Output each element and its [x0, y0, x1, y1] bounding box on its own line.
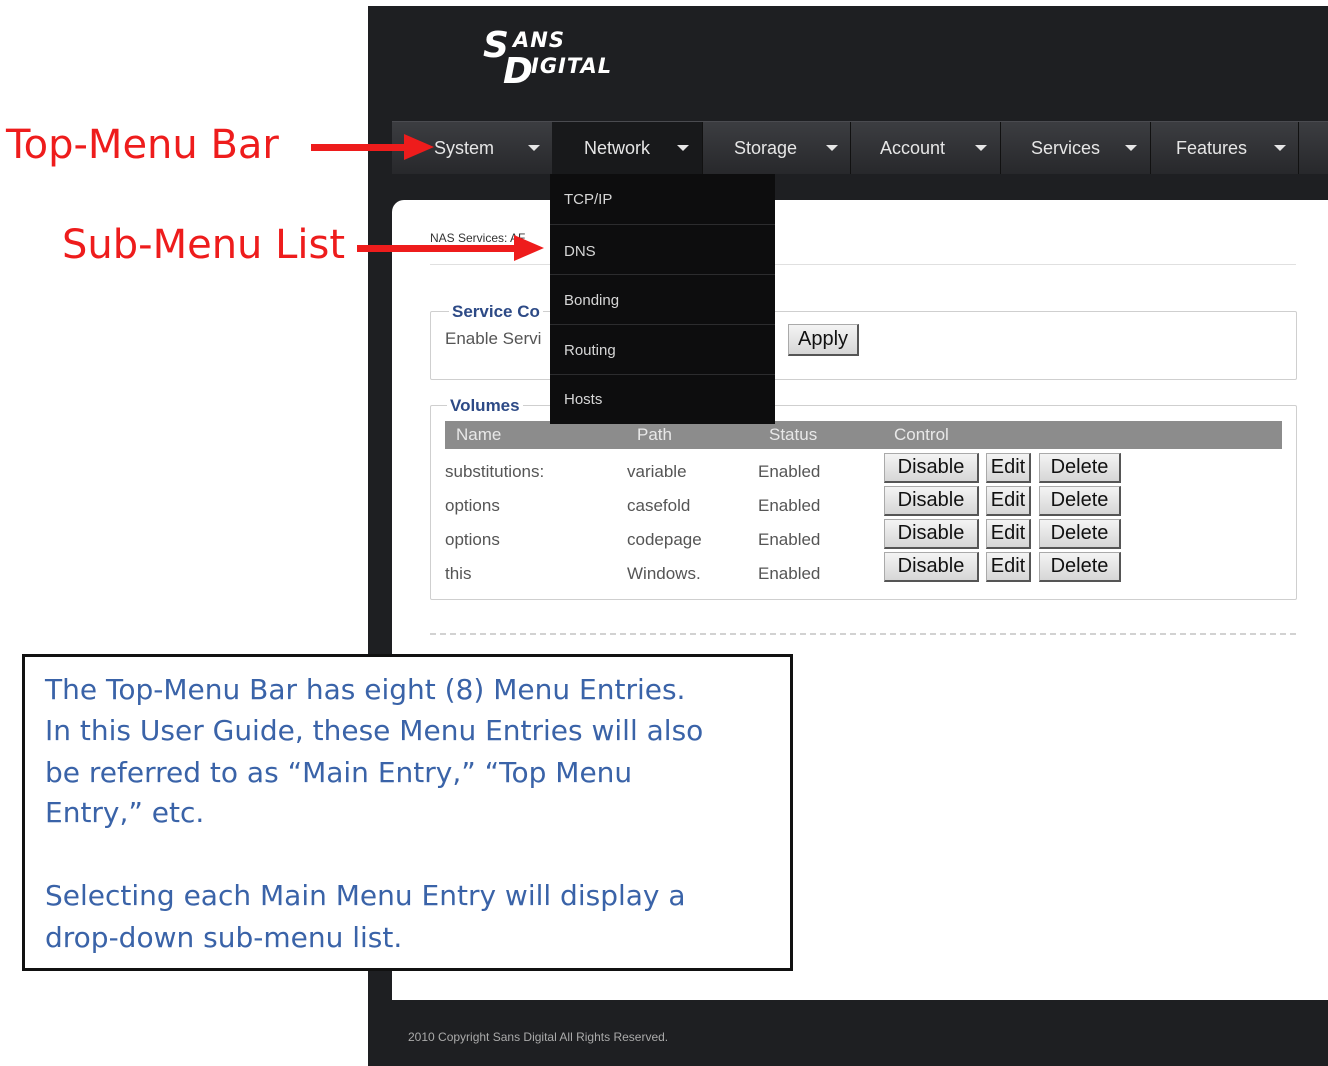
volume-name: substitutions: — [445, 462, 545, 481]
menu-label: Storage — [734, 137, 798, 158]
volume-status: Enabled — [758, 564, 821, 583]
callout-line: Entry,” etc. — [45, 796, 205, 829]
dashed-divider — [430, 633, 1296, 635]
chevron-down-icon — [528, 145, 540, 151]
submenu-label: Routing — [564, 342, 616, 359]
submenu-item-routing[interactable]: Routing — [550, 324, 775, 375]
top-menu-bar: System Network Storage Account Services … — [392, 121, 1328, 174]
footer-copyright: 2010 Copyright Sans Digital All Rights R… — [408, 1030, 669, 1044]
sans-digital-logo: S ANS D IGITAL — [483, 28, 623, 90]
submenu-label: TCP/IP — [564, 191, 613, 208]
logo-text-igital: IGITAL — [531, 54, 613, 78]
volume-name: options — [445, 496, 500, 515]
disable-button[interactable]: Disable — [884, 552, 979, 582]
volume-path: casefold — [627, 496, 691, 515]
menu-features[interactable]: Features — [1150, 122, 1299, 174]
chevron-down-icon — [677, 145, 689, 151]
disable-button[interactable]: Disable — [884, 519, 979, 549]
submenu-label: Bonding — [564, 292, 620, 309]
menu-storage[interactable]: Storage — [702, 122, 851, 174]
delete-button[interactable]: Delete — [1039, 486, 1121, 516]
callout-line: The Top-Menu Bar has eight (8) Menu Entr… — [45, 673, 686, 706]
menu-network[interactable]: Network — [552, 122, 703, 174]
service-config-legend: Service Co — [449, 302, 543, 322]
annotation-sub-menu-list: Sub-Menu List — [62, 222, 346, 268]
submenu-label: DNS — [564, 243, 596, 260]
menu-label: System — [434, 137, 495, 158]
submenu-label: Hosts — [564, 391, 603, 408]
arrow-head-icon — [514, 235, 544, 261]
callout-line: Selecting each Main Menu Entry will disp… — [45, 879, 686, 912]
edit-button[interactable]: Edit — [986, 453, 1031, 483]
column-header: Status — [769, 425, 818, 444]
menu-account[interactable]: Account — [850, 122, 1001, 174]
callout-line: drop-down sub-menu list. — [45, 921, 403, 954]
breadcrumb: NAS Services: AF — [430, 231, 526, 245]
callout-line: In this User Guide, these Menu Entries w… — [45, 714, 704, 747]
logo-text-ans: ANS — [513, 28, 565, 52]
volume-status: Enabled — [758, 530, 821, 549]
chevron-down-icon — [1125, 145, 1137, 151]
menu-services[interactable]: Services — [1000, 122, 1151, 174]
disable-button[interactable]: Disable — [884, 486, 979, 516]
chevron-down-icon — [975, 145, 987, 151]
volume-status: Enabled — [758, 462, 821, 481]
enable-service-label: Enable Servi — [445, 329, 542, 348]
delete-button[interactable]: Delete — [1039, 552, 1121, 582]
annotation-top-menu-bar: Top-Menu Bar — [6, 122, 279, 168]
submenu-item-dns[interactable]: DNS — [550, 224, 775, 275]
edit-button[interactable]: Edit — [986, 486, 1031, 516]
delete-button[interactable]: Delete — [1039, 519, 1121, 549]
menu-label: Account — [880, 137, 946, 158]
edit-button[interactable]: Edit — [986, 552, 1031, 582]
menu-label: Network — [584, 137, 651, 158]
delete-button[interactable]: Delete — [1039, 453, 1121, 483]
arrow-icon — [311, 144, 408, 151]
arrow-icon — [357, 245, 517, 252]
menu-label: Features — [1176, 137, 1248, 158]
disable-button[interactable]: Disable — [884, 453, 979, 483]
chevron-down-icon — [1274, 145, 1286, 151]
submenu-item-tcpip[interactable]: TCP/IP — [550, 174, 775, 225]
menu-label: Services — [1031, 137, 1101, 158]
volumes-table-header: Name Path Status Control — [445, 421, 1282, 449]
network-submenu: TCP/IP DNS Bonding Routing Hosts — [550, 174, 775, 424]
callout-line: be referred to as “Main Entry,” “Top Men… — [45, 756, 633, 789]
volume-name: options — [445, 530, 500, 549]
submenu-item-bonding[interactable]: Bonding — [550, 274, 775, 325]
column-header: Name — [456, 425, 502, 444]
apply-button[interactable]: Apply — [788, 324, 859, 356]
logo-letter-d: D — [503, 51, 533, 92]
volume-path: codepage — [627, 530, 702, 549]
volume-status: Enabled — [758, 496, 821, 515]
explanation-callout: The Top-Menu Bar has eight (8) Menu Entr… — [22, 654, 793, 971]
volume-path: Windows. — [627, 564, 701, 583]
column-header: Control — [894, 425, 949, 444]
volume-path: variable — [627, 462, 687, 481]
volume-name: this — [445, 564, 472, 583]
submenu-item-hosts[interactable]: Hosts — [550, 374, 775, 424]
arrow-head-icon — [404, 134, 434, 160]
chevron-down-icon — [826, 145, 838, 151]
column-header: Path — [637, 425, 672, 444]
edit-button[interactable]: Edit — [986, 519, 1031, 549]
volumes-legend: Volumes — [447, 396, 523, 416]
